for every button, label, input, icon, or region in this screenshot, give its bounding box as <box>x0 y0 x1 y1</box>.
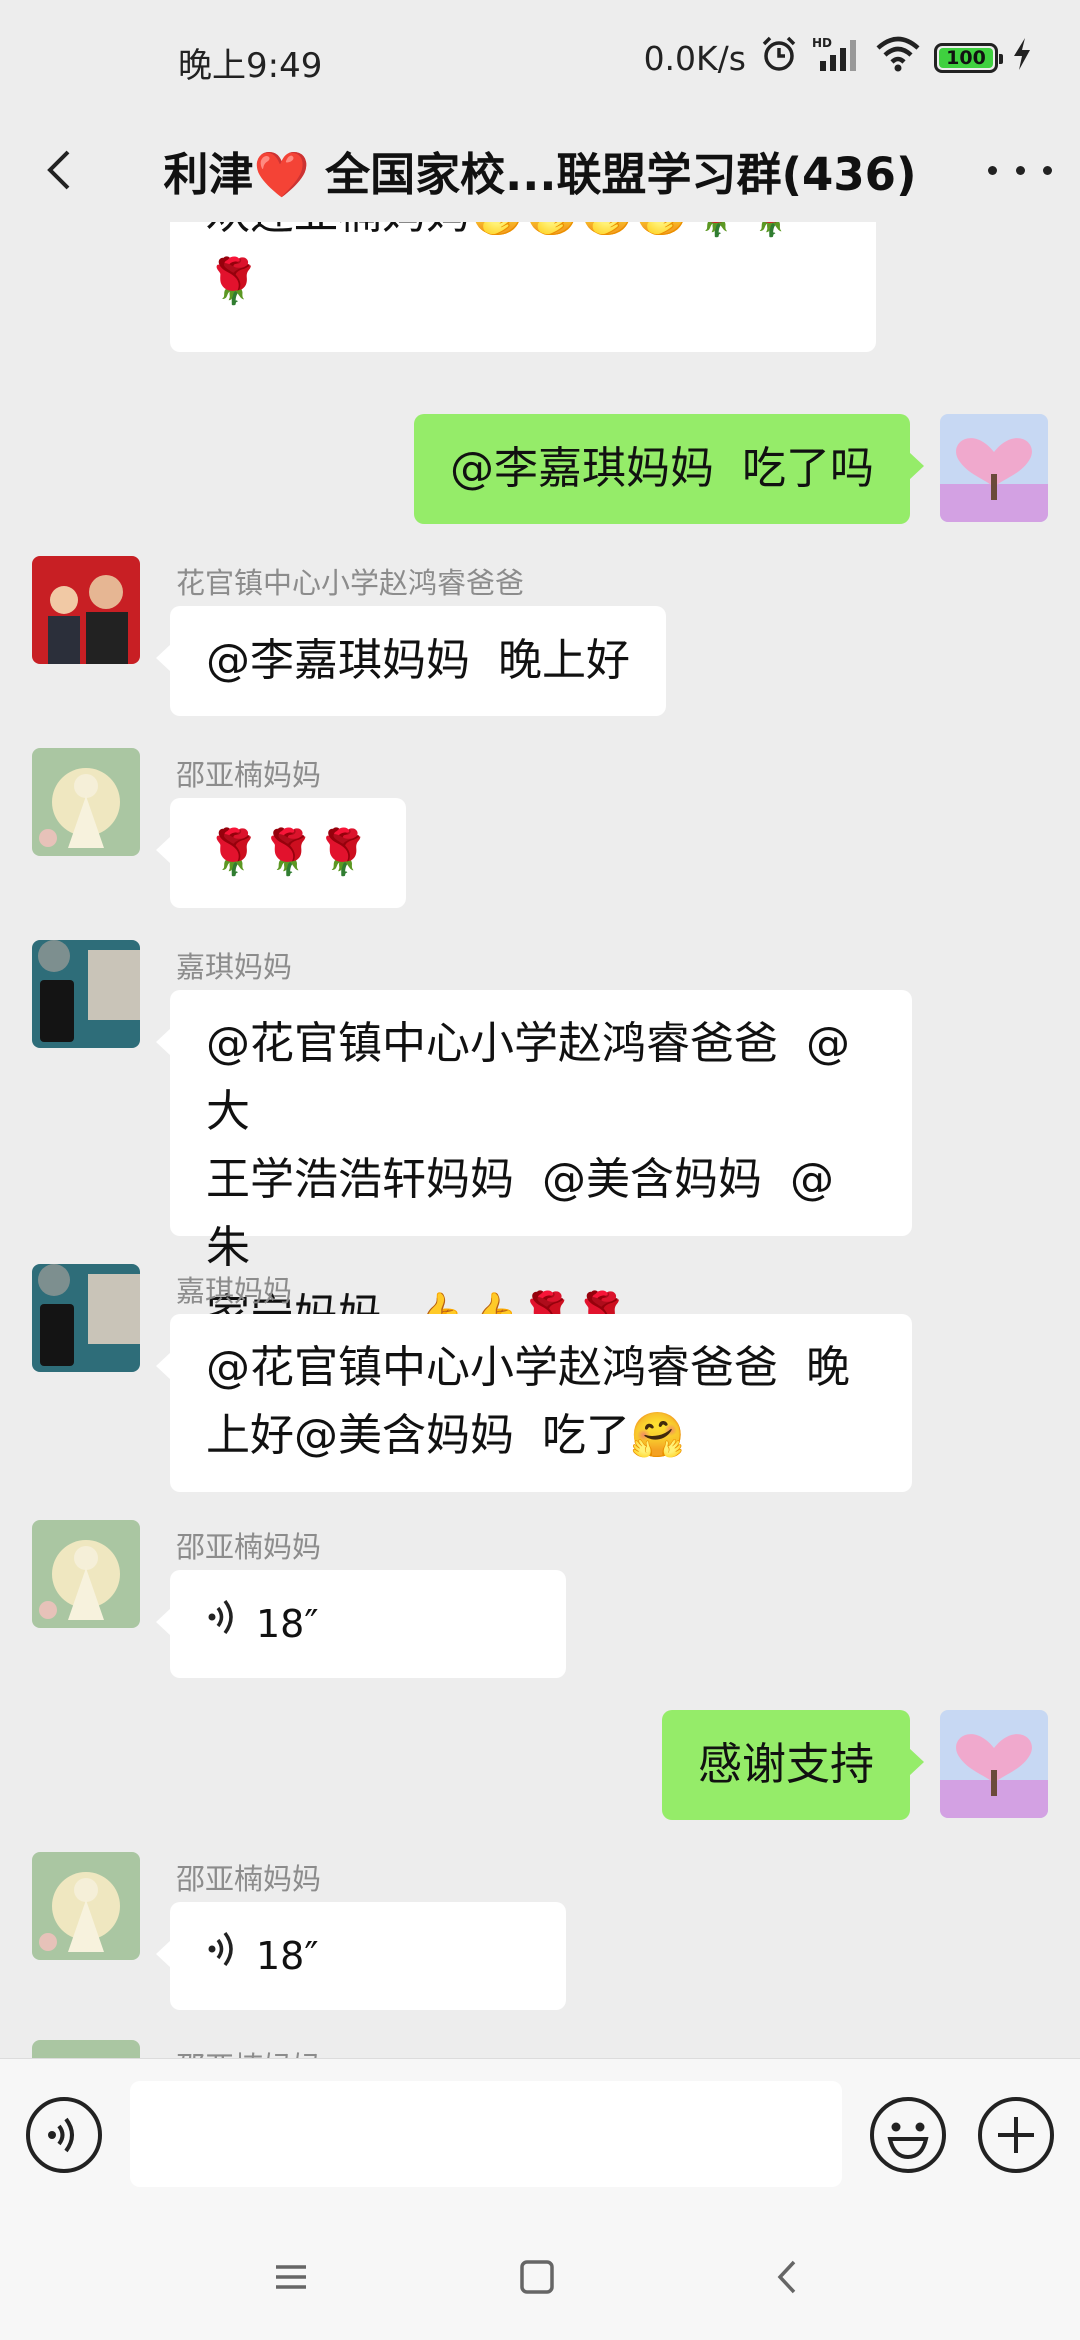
page-title[interactable]: 利津❤️ 全国家校...联盟学习群(436) <box>150 138 930 203</box>
menu-icon[interactable] <box>266 2252 316 2302</box>
chat-message-list[interactable]: 欢迎亚楠妈妈🤭🤭🤭🤭🌹🌹 🌹 @李嘉琪妈妈 吃了吗 花官镇中心小学赵鸿睿爸爸 @… <box>0 222 1080 2058</box>
voice-input-icon[interactable] <box>24 2095 104 2175</box>
emoji-icon[interactable] <box>868 2095 948 2175</box>
message-bubble[interactable]: @花官镇中心小学赵鸿睿爸爸 晚 上好@美含妈妈 吃了🤗 <box>156 1314 912 1492</box>
father-son-avatar[interactable] <box>32 556 140 664</box>
status-icons: 0.0K/s HD 100 <box>644 36 1032 80</box>
battery-icon: 100 <box>934 43 1003 73</box>
chat-message: 邵亚楠妈妈 🌹🌹🌹 <box>0 748 1080 918</box>
voice-wave-icon <box>206 1590 238 1658</box>
more-dots-icon[interactable] <box>988 156 1052 184</box>
guanyin-avatar[interactable] <box>32 1520 140 1628</box>
sender-name: 花官镇中心小学赵鸿睿爸爸 <box>176 566 525 600</box>
guanyin-avatar[interactable] <box>32 1852 140 1960</box>
system-nav-bar <box>0 2214 1080 2340</box>
chat-message: 嘉琪妈妈 @花官镇中心小学赵鸿睿爸爸 @大 王学浩浩轩妈妈 @美含妈妈 @朱 家… <box>0 940 1080 1341</box>
pink-tree-avatar[interactable] <box>940 414 1048 522</box>
chat-message: 感谢支持 <box>0 1710 1080 1820</box>
chat-message: 邵亚楠妈妈 <box>0 2040 1080 2058</box>
sender-name: 邵亚楠妈妈 <box>176 758 322 792</box>
alarm-icon <box>760 35 798 81</box>
voice-wave-icon <box>206 1922 238 1990</box>
pink-tree-avatar[interactable] <box>940 1710 1048 1818</box>
title-bar: 利津❤️ 全国家校...联盟学习群(436) <box>0 118 1080 222</box>
voice-duration: 18″ <box>256 1602 319 1646</box>
charging-icon <box>1012 37 1032 79</box>
chevron-left-icon[interactable] <box>30 140 90 200</box>
input-bar <box>0 2058 1080 2214</box>
message-bubble[interactable]: @花官镇中心小学赵鸿睿爸爸 @大 王学浩浩轩妈妈 @美含妈妈 @朱 家宁妈妈 👍… <box>156 990 912 1341</box>
message-text: 感谢支持 <box>698 1739 874 1790</box>
message-bubble[interactable]: 感谢支持 <box>662 1710 924 1820</box>
message-text: 🌹🌹🌹 <box>206 827 371 878</box>
title-prefix: 利津 <box>163 148 254 201</box>
sender-name: 邵亚楠妈妈 <box>176 1530 322 1564</box>
plus-circle-icon[interactable] <box>976 2095 1056 2175</box>
desk-phone-avatar[interactable] <box>32 940 140 1048</box>
chat-message: 花官镇中心小学赵鸿睿爸爸 @李嘉琪妈妈 晚上好 <box>0 556 1080 726</box>
message-text: @李嘉琪妈妈 晚上好 <box>206 635 630 686</box>
status-bar: 晚上9:49 0.0K/s HD 100 <box>0 0 1080 118</box>
voice-duration: 18″ <box>256 1934 319 1978</box>
chat-message: @李嘉琪妈妈 吃了吗 <box>0 414 1080 524</box>
status-time: 晚上9:49 <box>178 46 323 86</box>
chat-message: 邵亚楠妈妈 18″ <box>0 1852 1080 2022</box>
chat-message: 欢迎亚楠妈妈🤭🤭🤭🤭🌹🌹 🌹 <box>0 222 1080 372</box>
voice-message-bubble[interactable]: 18″ <box>156 1570 566 1678</box>
message-bubble[interactable]: 欢迎亚楠妈妈🤭🤭🤭🤭🌹🌹 🌹 <box>170 222 876 352</box>
message-bubble[interactable]: @李嘉琪妈妈 晚上好 <box>156 606 666 716</box>
heart-icon: ❤️ <box>253 148 310 201</box>
hd-label: HD <box>812 36 832 50</box>
message-text: @李嘉琪妈妈 吃了吗 <box>450 443 874 494</box>
back-triangle-icon[interactable] <box>762 2252 812 2302</box>
sender-name: 嘉琪妈妈 <box>176 950 293 984</box>
sender-name: 邵亚楠妈妈 <box>176 1862 322 1896</box>
chat-message: 邵亚楠妈妈 18″ <box>0 1520 1080 1690</box>
chat-message: 嘉琪妈妈 @花官镇中心小学赵鸿睿爸爸 晚 上好@美含妈妈 吃了🤗 <box>0 1264 1080 1494</box>
hd-signal-icon: HD <box>812 35 862 81</box>
sender-name: 嘉琪妈妈 <box>176 1274 293 1308</box>
guanyin-avatar[interactable] <box>32 748 140 856</box>
message-input[interactable] <box>130 2081 842 2187</box>
home-square-icon[interactable] <box>512 2252 562 2302</box>
battery-level: 100 <box>946 47 986 69</box>
title-suffix: 全国家校...联盟学习群(436) <box>309 148 917 201</box>
network-speed: 0.0K/s <box>643 38 746 78</box>
guanyin-avatar[interactable] <box>32 2040 140 2058</box>
wifi-icon <box>876 36 920 80</box>
voice-message-bubble[interactable]: 18″ <box>156 1902 566 2010</box>
message-text: 欢迎亚楠妈妈🤭🤭🤭🤭🌹🌹 🌹 <box>206 222 799 307</box>
message-text: @花官镇中心小学赵鸿睿爸爸 晚 上好@美含妈妈 吃了🤗 <box>206 1342 850 1461</box>
sender-name: 邵亚楠妈妈 <box>176 2044 321 2058</box>
desk-phone-avatar[interactable] <box>32 1264 140 1372</box>
message-bubble[interactable]: @李嘉琪妈妈 吃了吗 <box>414 414 924 524</box>
message-bubble[interactable]: 🌹🌹🌹 <box>155 798 407 908</box>
